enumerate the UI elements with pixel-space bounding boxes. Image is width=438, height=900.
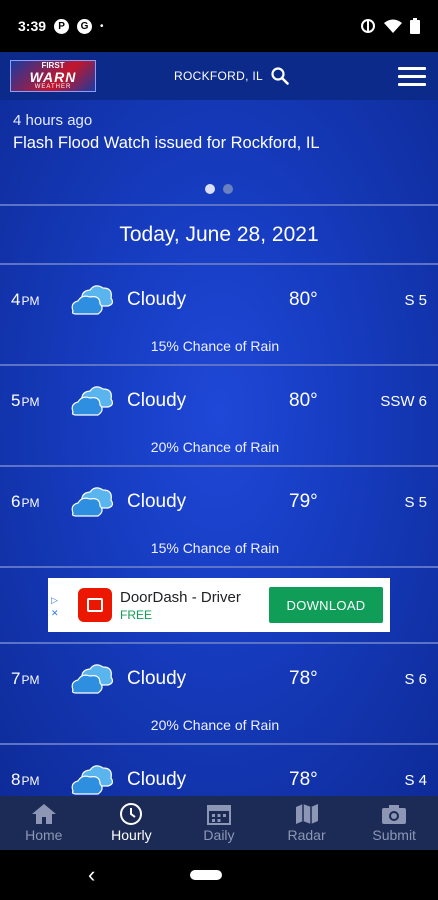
home-pill[interactable]	[190, 870, 223, 880]
forecast-date: Today, June 28, 2021	[0, 206, 438, 265]
hour-value: 5	[11, 391, 21, 410]
hour-condition: Cloudy	[127, 491, 187, 512]
hour-value: 8	[11, 770, 21, 789]
app-header: FIRST WARN WEATHER ROCKFORD, IL	[0, 52, 438, 100]
camera-icon	[382, 805, 407, 824]
pinterest-notification-icon: P	[54, 18, 70, 34]
hourly-content[interactable]: 4 hours ago Flash Flood Watch issued for…	[0, 100, 438, 796]
hour-value: 4	[11, 290, 21, 309]
back-icon[interactable]: ‹	[88, 862, 95, 888]
alert-title: Flash Flood Watch issued for Rockford, I…	[13, 134, 320, 152]
cloud-icon	[71, 487, 114, 517]
alert-time: 4 hours ago	[13, 112, 93, 129]
tab-submit[interactable]: Submit	[350, 796, 438, 850]
hour-wind: S 6	[404, 670, 427, 688]
ad-subtitle: FREE	[120, 607, 153, 622]
hour-condition: Cloudy	[127, 668, 187, 689]
doordash-ad[interactable]: ▷ ✕ DoorDash - Driver FREE DOWNLOAD	[48, 578, 390, 632]
ad-download-button[interactable]: DOWNLOAD	[269, 587, 383, 623]
clock-icon	[120, 803, 143, 825]
hour-row[interactable]: 4PM Cloudy 80° S 5 15% Chance of Rain	[0, 265, 438, 366]
carousel-dot-1[interactable]	[205, 184, 215, 194]
hour-row[interactable]: 5PM Cloudy 80° SSW 6 20% Chance of Rain	[0, 366, 438, 467]
alert-banner[interactable]: 4 hours ago Flash Flood Watch issued for…	[0, 100, 438, 206]
hour-wind: S 4	[404, 771, 427, 789]
cloud-icon	[71, 386, 114, 416]
logo-bottom-text: WEATHER	[34, 84, 72, 90]
hour-rain-chance: 15% Chance of Rain	[150, 540, 280, 556]
logo-mid-text: WARN	[29, 69, 77, 85]
bottom-nav: Home Hourly Daily Radar Submit	[0, 796, 438, 850]
hour-rain-chance: 20% Chance of Rain	[150, 717, 280, 733]
hour-wind: S 5	[404, 291, 427, 309]
tab-submit-label: Submit	[372, 827, 416, 843]
hour-row[interactable]: 7PM Cloudy 78° S 6 20% Chance of Rain	[0, 644, 438, 745]
tab-hourly-label: Hourly	[111, 827, 152, 843]
hour-time: 4PM	[0, 290, 58, 310]
tab-daily[interactable]: Daily	[175, 796, 263, 850]
carousel-dots	[0, 184, 438, 194]
hour-row[interactable]: 6PM Cloudy 79° S 5 15% Chance of Rain	[0, 467, 438, 568]
ad-close-icon[interactable]: ✕	[51, 609, 59, 618]
hour-rain-chance: 20% Chance of Rain	[150, 439, 280, 455]
hour-condition: Cloudy	[127, 769, 187, 790]
system-nav-bar: ‹	[0, 850, 438, 900]
battery-icon	[410, 18, 420, 34]
doordash-logo	[78, 588, 112, 622]
carousel-dot-2[interactable]	[223, 184, 233, 194]
search-icon[interactable]	[271, 67, 289, 85]
notification-dot: •	[100, 20, 104, 32]
first-warn-weather-logo[interactable]: FIRST WARN WEATHER	[10, 60, 96, 92]
calendar-icon	[206, 805, 231, 825]
location-selector[interactable]: ROCKFORD, IL	[174, 67, 289, 85]
hour-ampm: PM	[21, 294, 40, 308]
hour-condition: Cloudy	[127, 390, 187, 411]
hour-ampm: PM	[21, 395, 40, 409]
hour-wind: SSW 6	[380, 392, 427, 410]
hour-time: 7PM	[0, 669, 58, 689]
tab-daily-label: Daily	[203, 827, 235, 843]
google-notification-icon: G	[77, 18, 93, 34]
menu-icon[interactable]	[398, 66, 426, 86]
hour-ampm: PM	[21, 673, 40, 687]
ad-banner: ▷ ✕ DoorDash - Driver FREE DOWNLOAD	[0, 568, 438, 644]
hour-temperature: 78°	[289, 668, 318, 689]
hour-time: 8PM	[0, 770, 58, 790]
hour-rain-chance: 15% Chance of Rain	[150, 338, 280, 354]
status-time: 3:39	[18, 18, 47, 34]
hour-temperature: 80°	[289, 390, 318, 411]
status-bar: 3:39 P G •	[0, 0, 438, 52]
tab-home-label: Home	[25, 827, 63, 843]
cloud-icon	[71, 285, 114, 315]
hour-wind: S 5	[404, 493, 427, 511]
tab-hourly[interactable]: Hourly	[88, 796, 176, 850]
cloud-icon	[71, 664, 114, 694]
home-icon	[31, 804, 56, 824]
tab-home[interactable]: Home	[0, 796, 88, 850]
hour-temperature: 78°	[289, 769, 318, 790]
cloud-icon	[71, 765, 114, 795]
hour-row[interactable]: 8PM Cloudy 78° S 4	[0, 745, 438, 796]
hour-time: 6PM	[0, 492, 58, 512]
hour-time: 5PM	[0, 391, 58, 411]
hour-ampm: PM	[21, 496, 40, 510]
hour-temperature: 80°	[289, 289, 318, 310]
tab-radar[interactable]: Radar	[263, 796, 351, 850]
hour-value: 6	[11, 492, 21, 511]
location-label: ROCKFORD, IL	[174, 69, 263, 83]
ad-choices-icon[interactable]: ▷	[51, 596, 59, 605]
hour-ampm: PM	[21, 774, 40, 788]
map-icon	[295, 804, 318, 824]
hour-value: 7	[11, 669, 21, 688]
tab-radar-label: Radar	[287, 827, 326, 843]
wifi-icon	[384, 19, 402, 33]
ad-title: DoorDash - Driver	[120, 588, 241, 606]
hour-condition: Cloudy	[127, 289, 187, 310]
hour-temperature: 79°	[289, 491, 318, 512]
cast-icon	[361, 19, 375, 33]
